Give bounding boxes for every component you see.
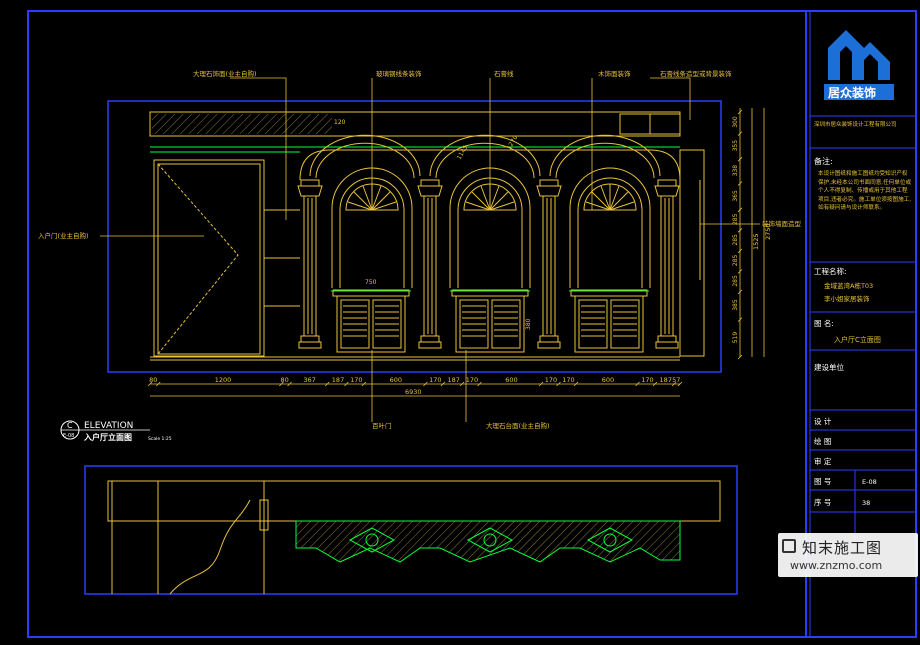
project-name-2: 李小姐家居装饰 bbox=[824, 294, 870, 303]
leader-counter: 大理石台面(业主自购) bbox=[486, 421, 550, 430]
design-label: 设 计 bbox=[814, 416, 832, 426]
leader-louver: 百叶门 bbox=[372, 421, 392, 430]
dimension-value: 170 bbox=[562, 376, 574, 384]
elevation-scale: Scale 1:25 bbox=[148, 436, 172, 442]
right-dimension-value: 285 bbox=[732, 254, 739, 266]
watermark-logo-icon bbox=[782, 539, 796, 553]
dim-group-2750: 2750 bbox=[764, 223, 772, 240]
dimension-value: 187 bbox=[447, 376, 459, 384]
dimension-value: 80 bbox=[149, 376, 157, 384]
seq-value: 38 bbox=[862, 499, 870, 507]
seq-label: 序 号 bbox=[814, 497, 831, 507]
right-dimension-value: 300 bbox=[732, 116, 739, 128]
dimension-value: 1200 bbox=[215, 376, 232, 384]
dimension-value: 600 bbox=[390, 376, 402, 384]
dim-group-1525: 1525 bbox=[752, 233, 760, 250]
dimension-total: 6930 bbox=[405, 388, 422, 396]
logo-text: 居众装饰 bbox=[828, 85, 876, 100]
right-dimension-value: 365 bbox=[732, 190, 739, 202]
right-dimension-value: 285 bbox=[732, 213, 739, 225]
dimension-value: 367 bbox=[303, 376, 315, 384]
leader-frp: 玻璃钢线条装饰 bbox=[376, 69, 422, 78]
dimension-value: 600 bbox=[602, 376, 614, 384]
leader-wood: 木饰面装饰 bbox=[598, 69, 631, 78]
dimension-value: 600 bbox=[505, 376, 517, 384]
right-dimension-value: 519 bbox=[732, 332, 739, 344]
sheet-no: E-08 bbox=[862, 478, 877, 486]
dimension-value: 170 bbox=[429, 376, 441, 384]
watermark: 知末施工图 www.znzmo.com bbox=[778, 533, 918, 577]
dimension-value: 57 bbox=[672, 376, 680, 384]
sheet-no-label: 图 号 bbox=[814, 477, 831, 486]
right-dimension-value: 285 bbox=[732, 275, 739, 287]
dimension-value: 187 bbox=[660, 376, 672, 384]
project-name-1: 金域蓝湾A栋T03 bbox=[824, 281, 873, 290]
watermark-brand: 知末施工图 bbox=[802, 539, 883, 557]
right-dimension-value: 338 bbox=[732, 165, 739, 177]
elevation-sheet: E-08 bbox=[63, 433, 74, 439]
company-name: 深圳市居众装饰设计工程有限公司 bbox=[814, 120, 897, 128]
drawing-name: 入户厅C立面图 bbox=[834, 335, 881, 344]
dimension-value: 170 bbox=[350, 376, 362, 384]
right-dimension-value: 285 bbox=[732, 234, 739, 246]
elevation-word: ELEVATION bbox=[84, 421, 133, 431]
dimension-value: 170 bbox=[641, 376, 653, 384]
draw-label: 绘 图 bbox=[814, 436, 831, 446]
project-label: 工程名称: bbox=[814, 266, 847, 276]
svg-text:380: 380 bbox=[525, 318, 532, 330]
leader-gypsum-bg: 石膏线条造型或背景装饰 bbox=[660, 69, 732, 78]
elevation-letter: C bbox=[67, 421, 73, 430]
notes-body: 本设计图纸和施工图纸均受知识产权保护,未经本公司书面同意,任何单位或个人不得复制… bbox=[818, 171, 912, 212]
leader-gypsum: 石膏线 bbox=[494, 69, 514, 78]
svg-text:120: 120 bbox=[334, 119, 346, 126]
dimension-value: 187 bbox=[332, 376, 344, 384]
leader-entry-door: 入户门(业主自购) bbox=[38, 231, 89, 240]
dimension-value: 170 bbox=[466, 376, 478, 384]
drawing-label: 图 名: bbox=[814, 318, 834, 328]
review-label: 审 定 bbox=[814, 456, 832, 466]
notes-label: 备注: bbox=[814, 156, 833, 166]
dimension-value: 80 bbox=[280, 376, 288, 384]
elevation-title: 入户厅立面图 bbox=[83, 432, 132, 442]
unit-label: 建设单位 bbox=[814, 362, 844, 372]
leader-marble: 大理石饰面(业主自购) bbox=[193, 69, 257, 78]
right-dimension-value: 385 bbox=[732, 299, 739, 311]
watermark-url: www.znzmo.com bbox=[790, 559, 883, 572]
svg-text:750: 750 bbox=[365, 279, 377, 286]
dimension-value: 170 bbox=[545, 376, 557, 384]
right-dimension-value: 355 bbox=[732, 140, 739, 152]
